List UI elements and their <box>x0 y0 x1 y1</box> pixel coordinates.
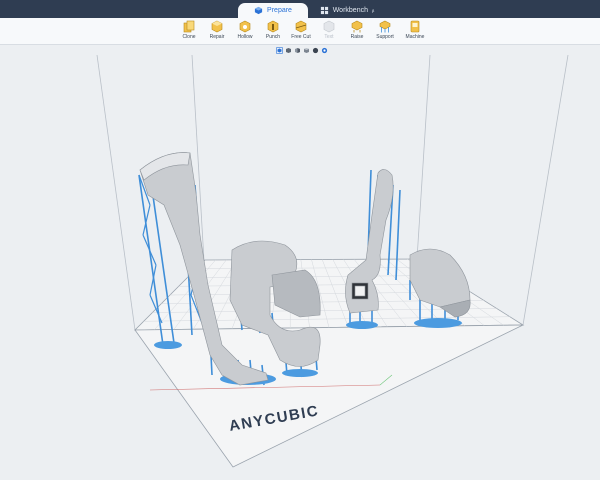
prepare-icon <box>254 6 263 15</box>
machine-label: Machine <box>405 34 425 40</box>
raise-button[interactable]: Raise <box>344 20 370 44</box>
clone-icon <box>183 20 195 33</box>
text-icon <box>323 20 335 33</box>
tab-prepare-label: Prepare <box>267 7 292 14</box>
view-toolbar <box>274 47 330 55</box>
free-cut-button[interactable]: Free Cut <box>288 20 314 44</box>
grid-icon <box>320 6 328 15</box>
punch-icon <box>267 20 279 33</box>
text-label: Text <box>324 34 334 40</box>
support-button[interactable]: Support <box>372 20 398 44</box>
hollow-label: Hollow <box>237 34 253 40</box>
hollow-button[interactable]: Hollow <box>232 20 258 44</box>
view-shade-icon[interactable] <box>312 47 319 54</box>
clone-label: Clone <box>182 34 196 40</box>
toolbar: Clone Repair Hollow Punch Free Cut Text … <box>0 18 600 45</box>
text-button[interactable]: Text <box>316 20 342 44</box>
support-label: Support <box>376 34 394 40</box>
raise-label: Raise <box>350 34 364 40</box>
support-icon <box>379 20 391 33</box>
tab-workbench[interactable]: Workbench β <box>312 3 382 18</box>
punch-label: Punch <box>265 34 281 40</box>
view-display-icon[interactable] <box>321 47 328 54</box>
title-bar: Prepare Workbench β <box>0 0 600 18</box>
hollow-icon <box>239 20 251 33</box>
3d-viewport[interactable]: ANYCUBIC <box>0 55 600 480</box>
clone-button[interactable]: Clone <box>176 20 202 44</box>
view-iso-icon[interactable] <box>303 47 310 54</box>
machine-icon <box>410 20 420 33</box>
view-cube-icon[interactable] <box>276 47 283 54</box>
raise-icon <box>351 20 363 33</box>
view-side-icon[interactable] <box>294 47 301 54</box>
repair-label: Repair <box>209 34 225 40</box>
punch-button[interactable]: Punch <box>260 20 286 44</box>
machine-button[interactable]: Machine <box>402 20 428 44</box>
free-cut-icon <box>295 20 307 33</box>
repair-icon <box>211 20 223 33</box>
tab-workbench-label: Workbench <box>332 7 368 14</box>
workbench-badge: β <box>371 8 375 13</box>
tab-prepare[interactable]: Prepare <box>238 3 308 18</box>
free-cut-label: Free Cut <box>291 34 311 40</box>
view-front-icon[interactable] <box>285 47 292 54</box>
repair-button[interactable]: Repair <box>204 20 230 44</box>
